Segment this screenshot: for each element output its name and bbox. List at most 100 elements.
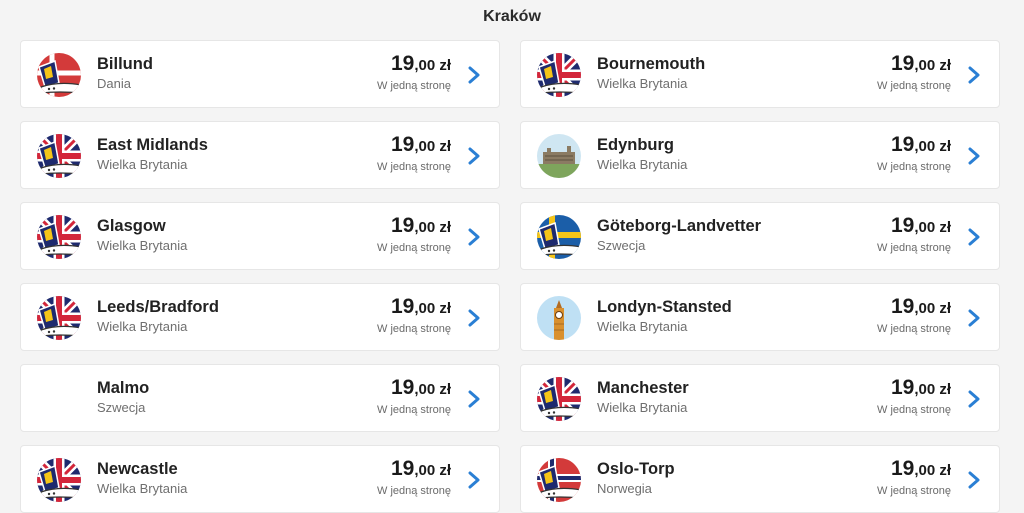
destination-city: Glasgow bbox=[97, 217, 166, 235]
chevron-right-icon[interactable] bbox=[967, 471, 981, 489]
uk-plane-icon bbox=[37, 296, 81, 340]
chevron-right-icon[interactable] bbox=[467, 228, 481, 246]
price: 19,00 zł bbox=[877, 52, 951, 78]
destination-country: Wielka Brytania bbox=[597, 157, 688, 172]
price-main: 19 bbox=[390, 52, 415, 75]
price: 19,00 zł bbox=[877, 295, 951, 321]
destination-country: Wielka Brytania bbox=[97, 157, 188, 172]
price-main: 19 bbox=[390, 295, 415, 318]
chevron-right-icon[interactable] bbox=[967, 390, 981, 408]
price-main: 19 bbox=[890, 376, 915, 399]
price-decimals: ,00 zł bbox=[914, 381, 951, 398]
destination-country: Wielka Brytania bbox=[97, 238, 188, 253]
destination-city: Oslo-Torp bbox=[597, 460, 675, 478]
price-note: W jedną stronę bbox=[377, 80, 451, 92]
price-main: 19 bbox=[390, 133, 415, 156]
page-title: Kraków bbox=[483, 8, 541, 25]
destination-city: Billund bbox=[97, 55, 153, 73]
destination-country: Wielka Brytania bbox=[597, 76, 688, 91]
destination-card[interactable]: Manchester Wielka Brytania 19,00 zł W je… bbox=[520, 364, 1000, 432]
price-decimals: ,00 zł bbox=[414, 219, 451, 236]
price-decimals: ,00 zł bbox=[414, 300, 451, 317]
uk-plane-icon bbox=[37, 134, 81, 178]
destination-card[interactable]: East Midlands Wielka Brytania 19,00 zł W… bbox=[20, 121, 500, 189]
destination-city: Newcastle bbox=[97, 460, 178, 478]
price: 19,00 zł bbox=[377, 214, 451, 240]
chevron-right-icon[interactable] bbox=[467, 390, 481, 408]
price-note: W jedną stronę bbox=[377, 485, 451, 497]
destination-card[interactable]: Leeds/Bradford Wielka Brytania 19,00 zł … bbox=[20, 283, 500, 351]
price-decimals: ,00 zł bbox=[914, 462, 951, 479]
price-main: 19 bbox=[390, 376, 415, 399]
price-note: W jedną stronę bbox=[877, 323, 951, 335]
destination-card[interactable]: Newcastle Wielka Brytania 19,00 zł W jed… bbox=[20, 445, 500, 513]
destination-city: Londyn-Stansted bbox=[597, 298, 732, 316]
destination-card[interactable]: Edynburg Wielka Brytania 19,00 zł W jedn… bbox=[520, 121, 1000, 189]
price-main: 19 bbox=[390, 457, 415, 480]
price: 19,00 zł bbox=[877, 457, 951, 483]
price-note: W jedną stronę bbox=[377, 323, 451, 335]
chevron-right-icon[interactable] bbox=[967, 66, 981, 84]
price-note: W jedną stronę bbox=[877, 404, 951, 416]
price-note: W jedną stronę bbox=[877, 161, 951, 173]
destination-card[interactable]: Malmo Szwecja 19,00 zł W jedną stronę bbox=[20, 364, 500, 432]
destinations-grid: Billund Dania 19,00 zł W jedną stronę Bo… bbox=[20, 40, 1000, 513]
destination-country: Wielka Brytania bbox=[597, 400, 688, 415]
destination-city: Bournemouth bbox=[597, 55, 706, 73]
price: 19,00 zł bbox=[877, 214, 951, 240]
price-note: W jedną stronę bbox=[877, 242, 951, 254]
price: 19,00 zł bbox=[377, 52, 451, 78]
chevron-right-icon[interactable] bbox=[967, 228, 981, 246]
uk-plane-icon bbox=[37, 458, 81, 502]
destination-city: Göteborg-Landvetter bbox=[597, 217, 762, 235]
destination-card[interactable]: Glasgow Wielka Brytania 19,00 zł W jedną… bbox=[20, 202, 500, 270]
price-decimals: ,00 zł bbox=[414, 57, 451, 74]
chevron-right-icon[interactable] bbox=[467, 309, 481, 327]
uk-plane-icon bbox=[37, 215, 81, 259]
destination-country: Szwecja bbox=[97, 400, 146, 415]
destination-card[interactable]: Oslo-Torp Norwegia 19,00 zł W jedną stro… bbox=[520, 445, 1000, 513]
destination-country: Norwegia bbox=[597, 481, 652, 496]
price-note: W jedną stronę bbox=[377, 242, 451, 254]
price-decimals: ,00 zł bbox=[414, 381, 451, 398]
destination-country: Dania bbox=[97, 76, 131, 91]
destination-card[interactable]: Londyn-Stansted Wielka Brytania 19,00 zł… bbox=[520, 283, 1000, 351]
chevron-right-icon[interactable] bbox=[967, 147, 981, 165]
price-note: W jedną stronę bbox=[377, 161, 451, 173]
chevron-right-icon[interactable] bbox=[467, 471, 481, 489]
chevron-right-icon[interactable] bbox=[467, 147, 481, 165]
destination-country: Wielka Brytania bbox=[597, 319, 688, 334]
big-ben-icon bbox=[537, 296, 581, 340]
price-decimals: ,00 zł bbox=[414, 462, 451, 479]
destination-city: Leeds/Bradford bbox=[97, 298, 219, 316]
chevron-right-icon[interactable] bbox=[467, 66, 481, 84]
price-main: 19 bbox=[890, 457, 915, 480]
price: 19,00 zł bbox=[877, 133, 951, 159]
destination-card[interactable]: Bournemouth Wielka Brytania 19,00 zł W j… bbox=[520, 40, 1000, 108]
destination-country: Szwecja bbox=[597, 238, 646, 253]
uk-plane-icon bbox=[537, 377, 581, 421]
destination-country: Wielka Brytania bbox=[97, 319, 188, 334]
price: 19,00 zł bbox=[377, 133, 451, 159]
destination-city: Edynburg bbox=[597, 136, 674, 154]
empty-icon bbox=[37, 377, 81, 421]
price-main: 19 bbox=[890, 52, 915, 75]
price-note: W jedną stronę bbox=[877, 485, 951, 497]
uk-plane-icon bbox=[537, 53, 581, 97]
destination-city: Manchester bbox=[597, 379, 689, 397]
price-note: W jedną stronę bbox=[377, 404, 451, 416]
price-decimals: ,00 zł bbox=[414, 138, 451, 155]
castle-photo-icon bbox=[537, 134, 581, 178]
price-note: W jedną stronę bbox=[877, 80, 951, 92]
price-decimals: ,00 zł bbox=[914, 300, 951, 317]
chevron-right-icon[interactable] bbox=[967, 309, 981, 327]
destination-card[interactable]: Göteborg-Landvetter Szwecja 19,00 zł W j… bbox=[520, 202, 1000, 270]
destination-card[interactable]: Billund Dania 19,00 zł W jedną stronę bbox=[20, 40, 500, 108]
price-main: 19 bbox=[390, 214, 415, 237]
price-decimals: ,00 zł bbox=[914, 138, 951, 155]
norway-plane-icon bbox=[537, 458, 581, 502]
destination-city: East Midlands bbox=[97, 136, 208, 154]
price: 19,00 zł bbox=[377, 295, 451, 321]
price-main: 19 bbox=[890, 133, 915, 156]
destination-city: Malmo bbox=[97, 379, 150, 397]
